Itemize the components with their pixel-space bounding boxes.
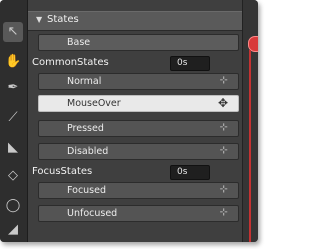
state-label: Normal bbox=[67, 76, 102, 87]
state-label: Disabled bbox=[67, 146, 109, 157]
states-panel: ▼ States Base CommonStates 0s Normal ⊹ M… bbox=[28, 0, 242, 242]
state-label: Focused bbox=[67, 185, 107, 196]
pan-tool-icon[interactable]: ✋ bbox=[5, 54, 21, 70]
state-label: MouseOver bbox=[67, 98, 121, 109]
brush-tool-icon[interactable]: ⟋ bbox=[5, 110, 21, 126]
add-transition-icon[interactable]: ⊹ bbox=[220, 184, 228, 195]
pen-tool-icon[interactable]: ✒ bbox=[5, 80, 21, 96]
state-disabled[interactable]: Disabled ⊹ bbox=[38, 143, 239, 160]
eraser-tool-icon[interactable]: ◇ bbox=[5, 168, 21, 184]
selection-tool-icon[interactable]: ↖ bbox=[3, 22, 23, 42]
state-normal[interactable]: Normal ⊹ bbox=[38, 73, 239, 90]
state-group-common[interactable]: CommonStates bbox=[32, 57, 109, 68]
shape-tool-icon[interactable]: ◯ bbox=[5, 198, 21, 214]
state-mouseover[interactable]: MouseOver ✥ bbox=[38, 95, 239, 112]
state-pressed[interactable]: Pressed ⊹ bbox=[38, 120, 239, 137]
add-transition-icon[interactable]: ⊹ bbox=[220, 75, 228, 86]
add-transition-icon[interactable]: ⊹ bbox=[220, 145, 228, 156]
tools-panel: ↖ ✋ ✒ ⟋ ◣ ◇ ◯ ◢ bbox=[0, 0, 28, 242]
state-focused[interactable]: Focused ⊹ bbox=[38, 182, 239, 199]
window-frame: ↖ ✋ ✒ ⟋ ◣ ◇ ◯ ◢ ▼ States Base CommonStat… bbox=[0, 0, 258, 242]
collapse-triangle-icon[interactable]: ▼ bbox=[36, 15, 42, 24]
paint-bucket-tool-icon[interactable]: ◣ bbox=[5, 140, 21, 156]
add-transition-icon[interactable]: ✥ bbox=[218, 96, 228, 110]
transition-duration-field-common[interactable]: 0s bbox=[170, 56, 210, 71]
add-transition-icon[interactable]: ⊹ bbox=[220, 122, 228, 133]
states-panel-header[interactable]: ▼ States bbox=[28, 11, 242, 31]
state-base[interactable]: Base bbox=[38, 34, 239, 51]
state-label: Pressed bbox=[67, 123, 104, 134]
state-label: Unfocused bbox=[67, 208, 118, 219]
state-label: Base bbox=[67, 37, 91, 48]
state-unfocused[interactable]: Unfocused ⊹ bbox=[38, 205, 239, 222]
recording-border bbox=[249, 50, 251, 242]
more-tools-icon[interactable]: ◢ bbox=[5, 222, 21, 238]
add-transition-icon[interactable]: ⊹ bbox=[220, 207, 228, 218]
transition-duration-field-focus[interactable]: 0s bbox=[170, 165, 210, 180]
state-group-focus[interactable]: FocusStates bbox=[32, 166, 92, 177]
artboard-edge bbox=[242, 0, 258, 242]
panel-title: States bbox=[47, 14, 79, 25]
